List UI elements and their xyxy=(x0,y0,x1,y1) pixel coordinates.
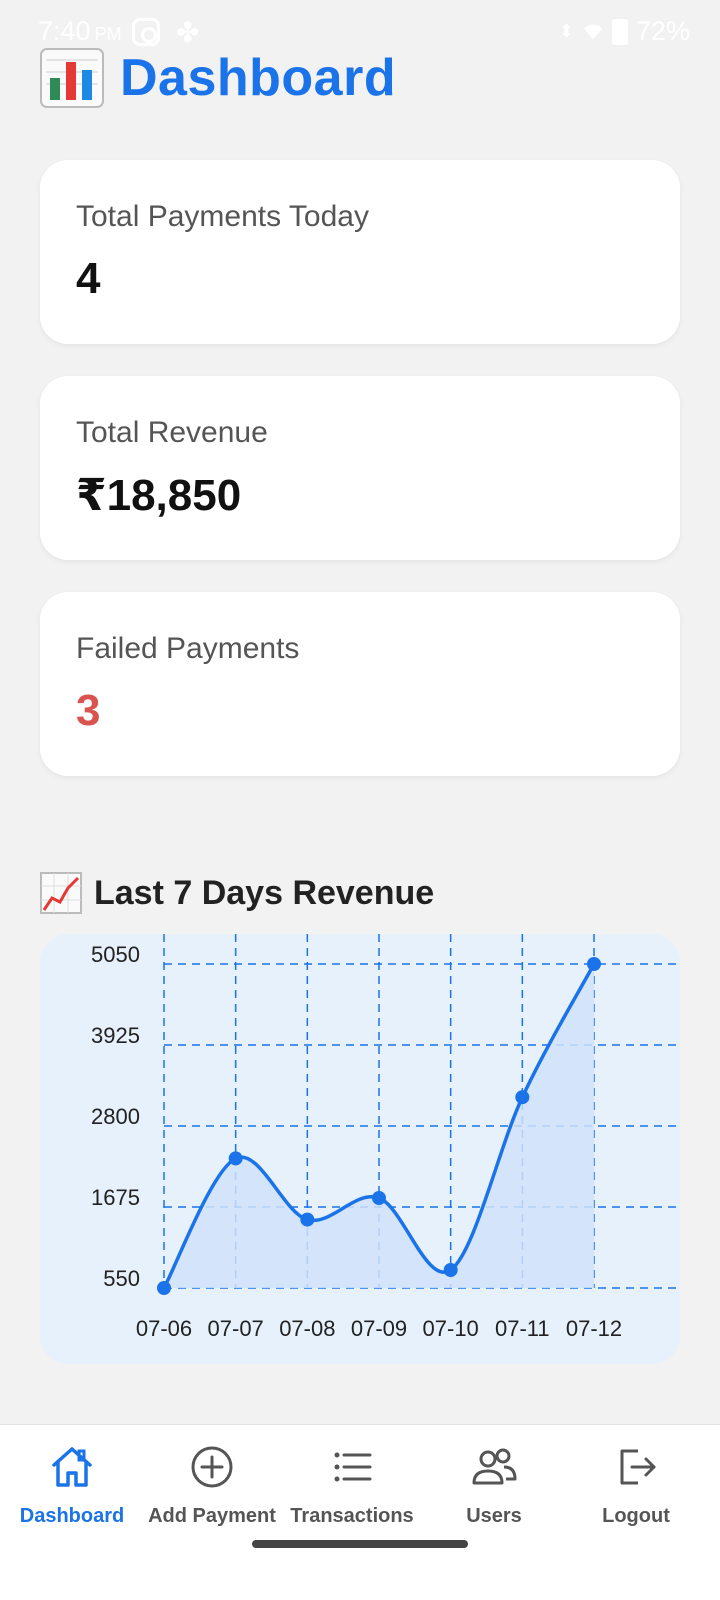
home-indicator xyxy=(252,1540,468,1548)
nav-logout[interactable]: Logout xyxy=(564,1439,708,1543)
x-tick-label: 07-08 xyxy=(279,1316,335,1341)
battery-icon xyxy=(611,18,628,45)
nav-label: Add Payment xyxy=(148,1505,276,1527)
y-tick-label: 2800 xyxy=(91,1104,140,1129)
chart-title: Last 7 Days Revenue xyxy=(94,873,435,912)
total-payments-card[interactable]: Total Payments Today 4 xyxy=(40,160,680,344)
signal-icon: ⬍ xyxy=(558,21,574,41)
nav-dashboard[interactable]: Dashboard xyxy=(0,1439,144,1543)
status-time: 7:40 PM xyxy=(38,16,122,46)
x-tick-label: 07-09 xyxy=(351,1316,407,1341)
x-tick-label: 07-07 xyxy=(208,1316,264,1341)
total-revenue-card[interactable]: Total Revenue ₹18,850 xyxy=(40,376,680,560)
card-value: 4 xyxy=(76,254,101,303)
list-icon xyxy=(334,1452,372,1482)
nav-label: Transactions xyxy=(290,1505,414,1527)
battery-level: 72% xyxy=(635,16,690,46)
plus-circle-icon xyxy=(191,1446,233,1488)
revenue-chart-svg: 550 1675 2800 3925 5050 07-06 07-07 07-08 07-09 0… xyxy=(91,934,680,1341)
data-point xyxy=(372,1191,386,1205)
card-value: 3 xyxy=(76,686,101,735)
card-label: Total Revenue xyxy=(76,416,268,449)
nav-add-payment[interactable]: Add Payment xyxy=(140,1439,284,1543)
logout-icon xyxy=(620,1449,656,1485)
users-icon xyxy=(472,1448,517,1485)
data-point xyxy=(515,1090,530,1105)
failed-payments-card[interactable]: Failed Payments 3 xyxy=(40,592,680,776)
chart-heading: Last 7 Days Revenue xyxy=(40,872,434,914)
y-tick-label: 1675 xyxy=(91,1185,140,1210)
page-header: Dashboard xyxy=(40,48,396,108)
card-label: Total Payments Today xyxy=(76,200,369,233)
status-indicators: ⬍ 72% xyxy=(559,16,690,47)
nav-label: Logout xyxy=(602,1505,670,1527)
y-tick-label: 5050 xyxy=(91,942,140,967)
data-point xyxy=(228,1151,243,1166)
nav-label: Users xyxy=(466,1505,522,1527)
bottom-nav: Dashboard Add Payment Transactions Users xyxy=(0,1424,720,1600)
data-point xyxy=(443,1263,458,1277)
x-tick-label: 07-12 xyxy=(566,1316,622,1341)
nav-users[interactable]: Users xyxy=(422,1439,566,1543)
nav-transactions[interactable]: Transactions xyxy=(280,1439,424,1543)
x-tick-label: 07-06 xyxy=(136,1316,192,1341)
card-label: Failed Payments xyxy=(76,632,300,665)
data-point xyxy=(157,1281,171,1295)
home-icon xyxy=(52,1447,92,1487)
y-tick-label: 3925 xyxy=(91,1023,140,1048)
fan-notification-icon: ✤ xyxy=(176,17,200,48)
data-point xyxy=(300,1212,315,1227)
x-tick-label: 07-11 xyxy=(495,1316,550,1341)
bar-chart-icon xyxy=(40,48,104,108)
y-tick-label: 550 xyxy=(103,1266,140,1291)
x-tick-label: 07-10 xyxy=(423,1316,479,1341)
trending-up-icon xyxy=(40,872,82,914)
instagram-notification-icon xyxy=(132,18,160,46)
page-title: Dashboard xyxy=(120,49,397,107)
nav-label: Dashboard xyxy=(19,1505,125,1527)
revenue-chart: 550 1675 2800 3925 5050 07-06 07-07 07-08 07-09 0… xyxy=(40,934,680,1364)
card-value: ₹18,850 xyxy=(76,471,242,520)
wifi-icon xyxy=(583,24,603,39)
data-point xyxy=(587,957,601,971)
